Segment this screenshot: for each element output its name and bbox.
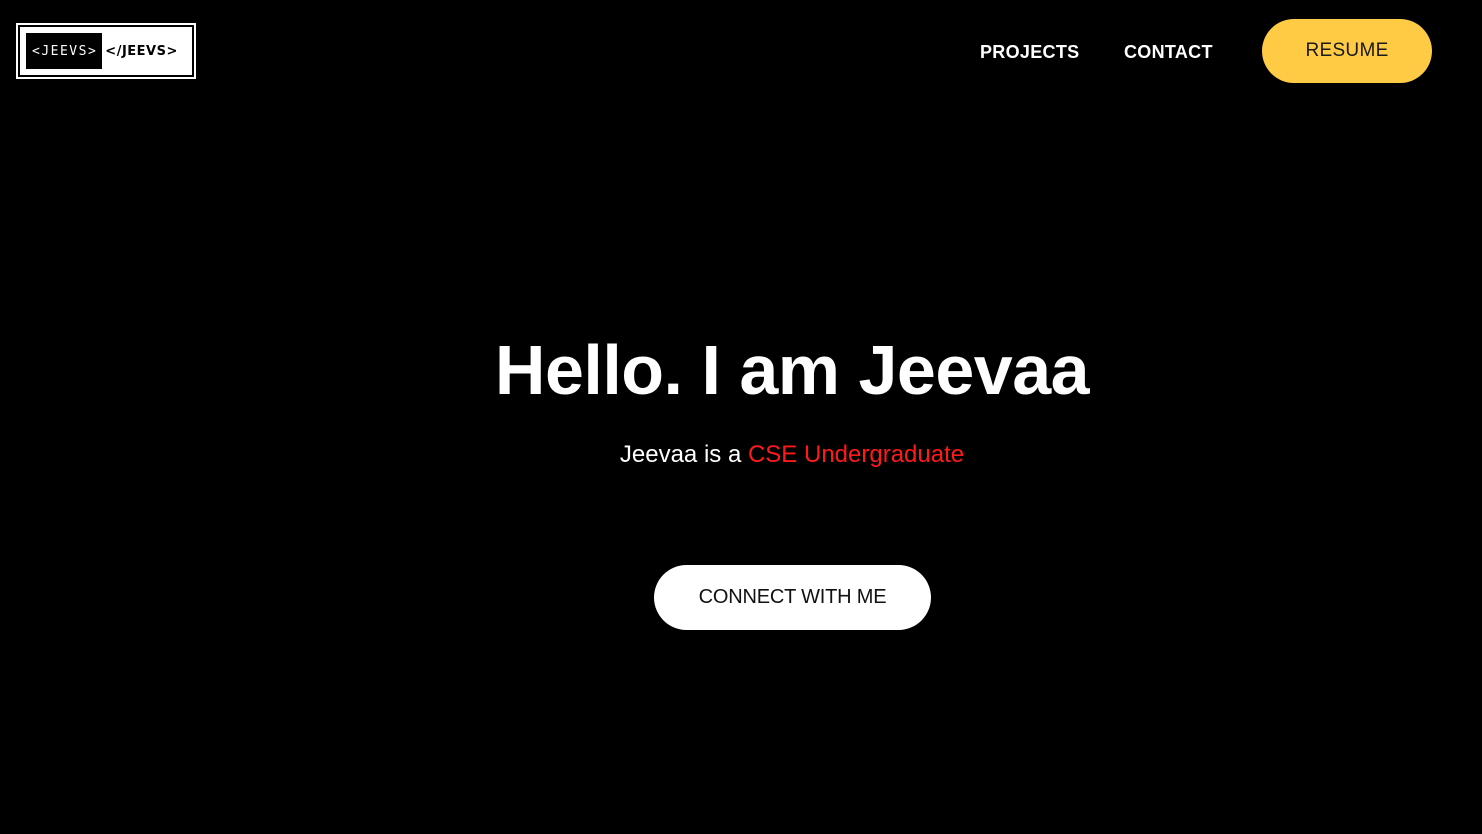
logo-left-text: <JEEVS> [26, 33, 103, 69]
resume-button[interactable]: RESUME [1262, 19, 1432, 83]
nav-contact-link[interactable]: CONTACT [1124, 41, 1213, 63]
connect-with-me-button[interactable]: CONNECT WITH ME [654, 565, 931, 630]
logo-right-text: </JEEVS> [105, 43, 178, 59]
nav-projects-link[interactable]: PROJECTS [980, 41, 1079, 63]
hero-title: Hello. I am Jeevaa [494, 331, 1090, 409]
site-logo[interactable]: <JEEVS> </JEEVS> [16, 23, 196, 79]
hero-subtitle-prefix: Jeevaa is a [619, 441, 748, 468]
hero-subtitle-highlight: CSE Undergraduate [747, 441, 965, 468]
page: <JEEVS> </JEEVS> PROJECTS CONTACT RESUME… [0, 0, 1482, 834]
logo-inner: <JEEVS> </JEEVS> [20, 27, 192, 75]
hero-subtitle: Jeevaa is a CSE Undergraduate [0, 440, 1482, 470]
